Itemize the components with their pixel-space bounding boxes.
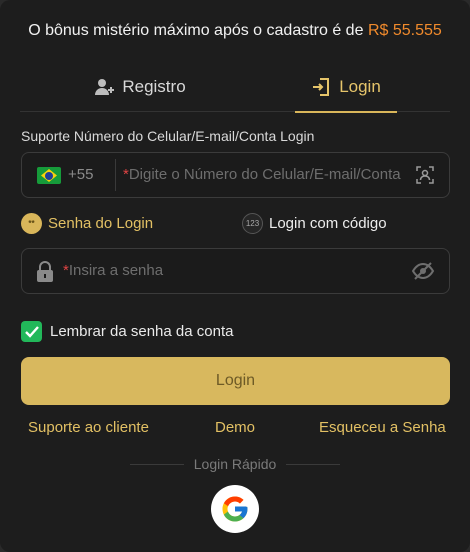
code-mode-icon: 123 xyxy=(242,212,263,234)
demo-link[interactable]: Demo xyxy=(215,419,255,436)
login-door-icon xyxy=(313,78,330,96)
password-placeholder: *Insira a senha xyxy=(63,262,363,279)
quick-login-label: Login Rápido xyxy=(193,456,277,472)
forgot-password-link[interactable]: Esqueceu a Senha xyxy=(319,419,446,436)
login-mode-code-label: Login com código xyxy=(269,214,387,232)
add-user-icon xyxy=(95,79,115,95)
auth-tabs: Registro Login xyxy=(20,62,450,113)
remember-password-checkbox[interactable]: Lembrar da senha da conta xyxy=(21,321,233,342)
quick-login-divider: Login Rápido xyxy=(130,456,341,472)
phone-field-label: Suporte Número do Celular/E-mail/Conta L… xyxy=(21,128,315,144)
password-placeholder-text: Insira a senha xyxy=(68,262,164,279)
phone-placeholder-text: Digite o Número do Celular/E-mail/Conta xyxy=(128,166,401,183)
bonus-banner: O bônus mistério máximo após o cadastro … xyxy=(0,22,470,40)
divider-line xyxy=(286,463,341,465)
field-divider xyxy=(115,159,116,191)
bonus-text: O bônus mistério máximo após o cadastro … xyxy=(28,22,364,39)
password-mode-icon: ** xyxy=(21,212,42,234)
tab-register[interactable]: Registro xyxy=(60,62,220,112)
scan-user-icon[interactable] xyxy=(415,165,435,185)
eye-hidden-icon[interactable] xyxy=(411,261,435,281)
password-input[interactable]: *Insira a senha xyxy=(21,248,450,294)
tab-login-label: Login xyxy=(339,77,381,96)
login-button[interactable]: Login xyxy=(21,357,450,405)
phone-email-input[interactable]: +55 *Digite o Número do Celular/E-mail/C… xyxy=(21,152,450,198)
divider-line xyxy=(130,463,184,465)
checkbox-checked-icon[interactable] xyxy=(21,321,42,342)
brazil-flag-icon[interactable] xyxy=(37,167,61,184)
login-mode-code[interactable]: 123 Login com código xyxy=(242,212,387,234)
lock-icon xyxy=(37,261,53,282)
support-link[interactable]: Suporte ao cliente xyxy=(28,419,149,436)
google-icon xyxy=(222,496,248,522)
country-code[interactable]: +55 xyxy=(68,166,93,183)
remember-label: Lembrar da senha da conta xyxy=(50,323,234,340)
tab-login[interactable]: Login xyxy=(295,62,397,113)
bonus-amount: R$ 55.555 xyxy=(367,22,442,39)
login-mode-password[interactable]: ** Senha do Login xyxy=(21,212,153,234)
login-mode-password-label: Senha do Login xyxy=(48,214,154,232)
phone-placeholder: *Digite o Número do Celular/E-mail/Conta xyxy=(123,166,403,183)
login-panel: O bônus mistério máximo após o cadastro … xyxy=(0,0,470,552)
google-login-button[interactable] xyxy=(211,485,259,533)
tab-register-label: Registro xyxy=(122,77,186,96)
